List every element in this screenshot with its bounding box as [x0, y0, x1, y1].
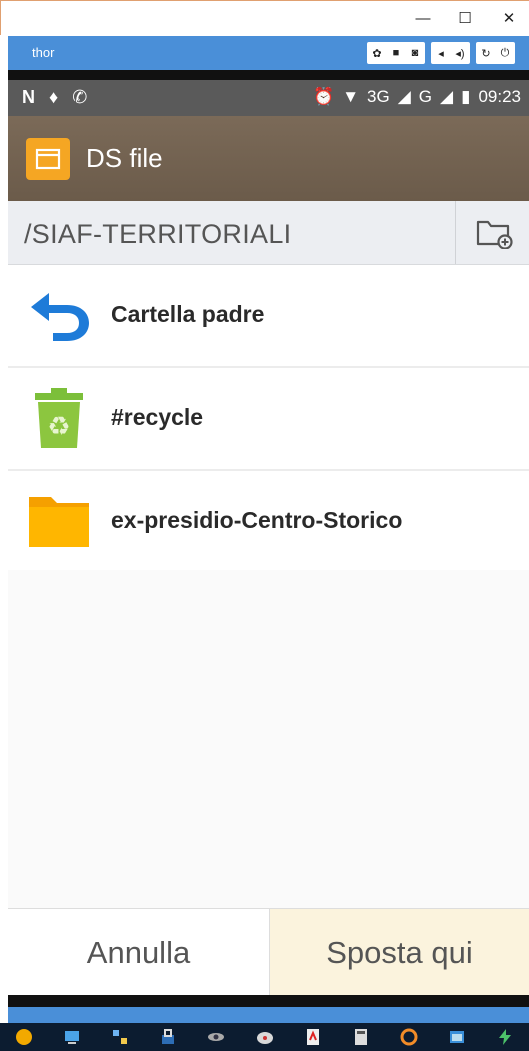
network-icon: [113, 1030, 128, 1044]
list-item-recycle[interactable]: ♻ #recycle: [8, 368, 529, 471]
app-bar: DS file: [8, 116, 529, 201]
alarm-icon: ⏰: [313, 87, 335, 106]
close-button[interactable]: ✕: [497, 7, 521, 29]
new-folder-icon: [476, 220, 513, 249]
window-app-icon: [449, 1031, 464, 1043]
key-icon: ♦: [49, 87, 59, 107]
taskbar-app-8[interactable]: [337, 1023, 385, 1051]
status-left-icons: N ♦ ✆: [22, 87, 87, 108]
list-item-label: Cartella padre: [111, 301, 265, 327]
emulator-tool-group-2: ◂ ◂): [431, 42, 470, 64]
signal-icon: ◢: [397, 87, 411, 106]
folder-icon: [26, 489, 92, 553]
taskbar-app-10[interactable]: [433, 1023, 481, 1051]
disk-icon: [256, 1032, 273, 1044]
list-item-label: ex-presidio-Centro-Storico: [111, 507, 403, 533]
volume-down-icon[interactable]: ◂: [434, 46, 448, 60]
taskbar-app-4[interactable]: [144, 1023, 192, 1051]
camera-icon[interactable]: ◙: [408, 46, 422, 60]
bolt-icon: [498, 1029, 511, 1045]
power-icon[interactable]: ⏻: [498, 46, 512, 60]
taskbar-app-11[interactable]: [481, 1023, 529, 1051]
taskbar-app-1[interactable]: [0, 1023, 48, 1051]
recycle-bin-icon: ♻: [26, 386, 92, 450]
emulator-tools: ✿ ■ ◙ ◂ ◂) ↻ ⏻: [367, 42, 515, 64]
cancel-button[interactable]: Annulla: [8, 909, 270, 996]
path-divider: [455, 201, 456, 264]
empty-list-area: [8, 570, 529, 908]
back-arrow-icon: [26, 283, 92, 347]
list-item-folder[interactable]: ex-presidio-Centro-Storico: [8, 471, 529, 574]
taskbar-app-2[interactable]: [48, 1023, 96, 1051]
taskbar-app-3[interactable]: [96, 1023, 144, 1051]
app-title: DS file: [86, 143, 163, 173]
device-bottom-bezel: [8, 995, 529, 1007]
emulator-title: thor: [32, 45, 55, 60]
pdf-icon: [306, 1029, 319, 1045]
eye-icon: [208, 1033, 225, 1041]
minimize-button[interactable]: —: [411, 7, 435, 29]
current-path: /SIAF-TERRITORIALI: [24, 219, 292, 249]
emulator-toolbar: thor ✿ ■ ◙ ◂ ◂) ↻ ⏻: [8, 36, 529, 70]
network-3g: 3G: [367, 87, 390, 106]
taskbar-app-9[interactable]: [385, 1023, 433, 1051]
status-time: 09:23: [478, 87, 521, 106]
file-list: Cartella padre ♻ #recycle ex-presidio-Ce…: [8, 265, 529, 574]
maximize-button[interactable]: ☐: [453, 7, 477, 29]
app-icon: [16, 1029, 33, 1045]
path-bar: /SIAF-TERRITORIALI: [8, 201, 529, 265]
camera-video-icon[interactable]: ■: [389, 46, 403, 60]
emulator-tool-group-3: ↻ ⏻: [476, 42, 515, 64]
status-right-icons: ⏰ ▼ 3G ◢ G ◢ ▮ 09:23: [313, 87, 521, 107]
battery-icon: ▮: [461, 87, 471, 106]
windows-taskbar: [0, 1023, 529, 1051]
ring-app-icon: [400, 1028, 418, 1046]
taskbar-app-6[interactable]: [240, 1023, 288, 1051]
emulator-tool-group-1: ✿ ■ ◙: [367, 42, 425, 64]
rotate-icon[interactable]: ↻: [479, 46, 493, 60]
taskbar-app-5[interactable]: [192, 1023, 240, 1051]
volume-up-icon[interactable]: ◂): [453, 46, 467, 60]
network-g: G: [418, 87, 433, 106]
lock-app-icon: [162, 1029, 175, 1044]
window-titlebar: — ☐ ✕: [0, 0, 529, 35]
action-bar: Annulla Sposta qui: [8, 908, 529, 996]
list-item-parent-folder[interactable]: Cartella padre: [8, 265, 529, 368]
wifi-icon: ▼: [342, 87, 360, 106]
whatsapp-icon: ✆: [72, 87, 88, 107]
svg-text:♻: ♻: [47, 412, 70, 442]
android-status-bar: N ♦ ✆ ⏰ ▼ 3G ◢ G ◢ ▮ 09:23: [8, 80, 529, 116]
signal-icon-2: ◢: [440, 87, 454, 106]
ds-file-folder-icon: [26, 138, 70, 180]
gear-icon[interactable]: ✿: [370, 46, 384, 60]
calculator-icon: [354, 1029, 367, 1045]
n-icon: N: [22, 87, 35, 107]
list-item-label: #recycle: [111, 404, 204, 430]
computer-icon: [65, 1031, 80, 1044]
taskbar-app-7[interactable]: [289, 1023, 337, 1051]
device-top-bezel: [8, 70, 529, 80]
move-here-button[interactable]: Sposta qui: [270, 909, 529, 996]
new-folder-button[interactable]: [474, 215, 514, 251]
emulator-bottom-bar: [8, 1007, 529, 1023]
